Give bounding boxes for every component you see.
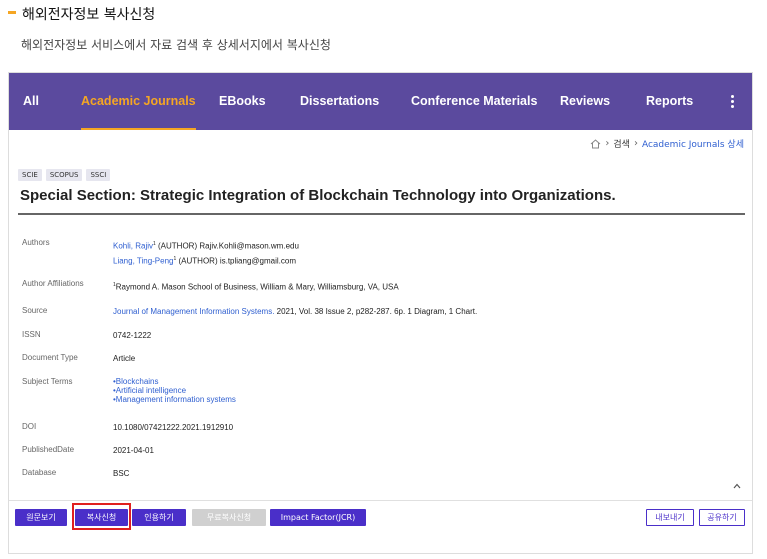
meta-label: PublishedDate — [22, 445, 75, 454]
tag-ssci: SSCI — [86, 169, 111, 181]
page-heading: 해외전자정보 복사신청 — [8, 4, 155, 24]
database-value: BSC — [113, 469, 130, 478]
source-value: Journal of Management Information System… — [113, 307, 478, 316]
breadcrumb-current: Academic Journals 상세 — [641, 140, 744, 150]
share-button[interactable]: 공유하기 — [699, 509, 745, 526]
breadcrumb: › 검색 › Academic Journals 상세 — [590, 137, 744, 150]
meta-label: Author Affiliations — [22, 279, 84, 288]
nav-tab-ebooks[interactable]: EBooks — [219, 73, 266, 130]
category-nav: All Academic Journals EBooks Dissertatio… — [9, 73, 752, 130]
home-icon[interactable] — [590, 138, 601, 149]
cite-button[interactable]: 인용하기 — [132, 509, 186, 526]
nav-tab-academic-journals[interactable]: Academic Journals — [81, 73, 196, 130]
nav-tab-all[interactable]: All — [23, 73, 39, 130]
nav-tab-reports[interactable]: Reports — [646, 73, 693, 130]
free-copy-request-button: 무료복사신청 — [192, 509, 266, 526]
subject-term-link[interactable]: •Management information systems — [113, 395, 236, 404]
fulltext-button[interactable]: 원문보기 — [15, 509, 67, 526]
meta-label: Source — [22, 306, 48, 315]
meta-label: Database — [22, 468, 57, 477]
issn-value: 0742-1222 — [113, 331, 152, 340]
subject-terms-list: •Blockchains •Artificial intelligence •M… — [113, 377, 236, 404]
index-tags: SCIE SCOPUS SSCI — [18, 169, 111, 181]
nav-tab-dissertations[interactable]: Dissertations — [300, 73, 379, 130]
subject-term-link[interactable]: •Artificial intelligence — [113, 386, 236, 395]
export-button[interactable]: 내보내기 — [646, 509, 694, 526]
impact-factor-button[interactable]: Impact Factor(JCR) — [270, 509, 366, 526]
author-link[interactable]: Liang, Ting-Peng — [113, 256, 174, 265]
button-bar-divider — [9, 500, 752, 501]
tag-scopus: SCOPUS — [45, 169, 83, 181]
author-link[interactable]: Kohli, Rajiv — [113, 242, 153, 251]
title-divider — [18, 213, 745, 215]
affiliation-value: 1Raymond A. Mason School of Business, Wi… — [113, 282, 399, 292]
doi-value: 10.1080/07421222.2021.1912910 — [113, 423, 234, 432]
detail-screenshot-frame: All Academic Journals EBooks Dissertatio… — [8, 72, 753, 554]
meta-label: Authors — [22, 238, 50, 247]
page-subtitle: 해외전자정보 서비스에서 자료 검색 후 상세서지에서 복사신청 — [21, 38, 331, 52]
meta-label: Document Type — [22, 353, 78, 362]
doctype-value: Article — [113, 354, 136, 363]
tag-scie: SCIE — [18, 169, 42, 181]
meta-label: Subject Terms — [22, 377, 73, 386]
chevron-up-icon[interactable] — [732, 481, 742, 491]
heading-marker — [8, 11, 16, 14]
chevron-right-icon: › — [605, 138, 610, 149]
pubdate-value: 2021-04-01 — [113, 446, 154, 455]
chevron-right-icon: › — [633, 138, 638, 149]
subject-term-link[interactable]: •Blockchains — [113, 377, 236, 386]
author-entry: Kohli, Rajiv1 (AUTHOR) Rajiv.Kohli@mason… — [113, 241, 299, 251]
meta-label: DOI — [22, 422, 37, 431]
authors-list: Kohli, Rajiv1 (AUTHOR) Rajiv.Kohli@mason… — [113, 238, 299, 267]
more-vertical-icon[interactable] — [726, 73, 738, 130]
meta-label: ISSN — [22, 330, 41, 339]
page-title: 해외전자정보 복사신청 — [22, 7, 156, 23]
author-entry: Liang, Ting-Peng1 (AUTHOR) is.tpliang@gm… — [113, 255, 296, 266]
breadcrumb-search[interactable]: 검색 — [613, 137, 630, 150]
source-link[interactable]: Journal of Management Information System… — [113, 307, 274, 316]
copy-request-highlight — [72, 503, 131, 530]
nav-tab-reviews[interactable]: Reviews — [560, 73, 610, 130]
article-title: Special Section: Strategic Integration o… — [20, 187, 616, 204]
nav-tab-conference-materials[interactable]: Conference Materials — [411, 73, 537, 130]
